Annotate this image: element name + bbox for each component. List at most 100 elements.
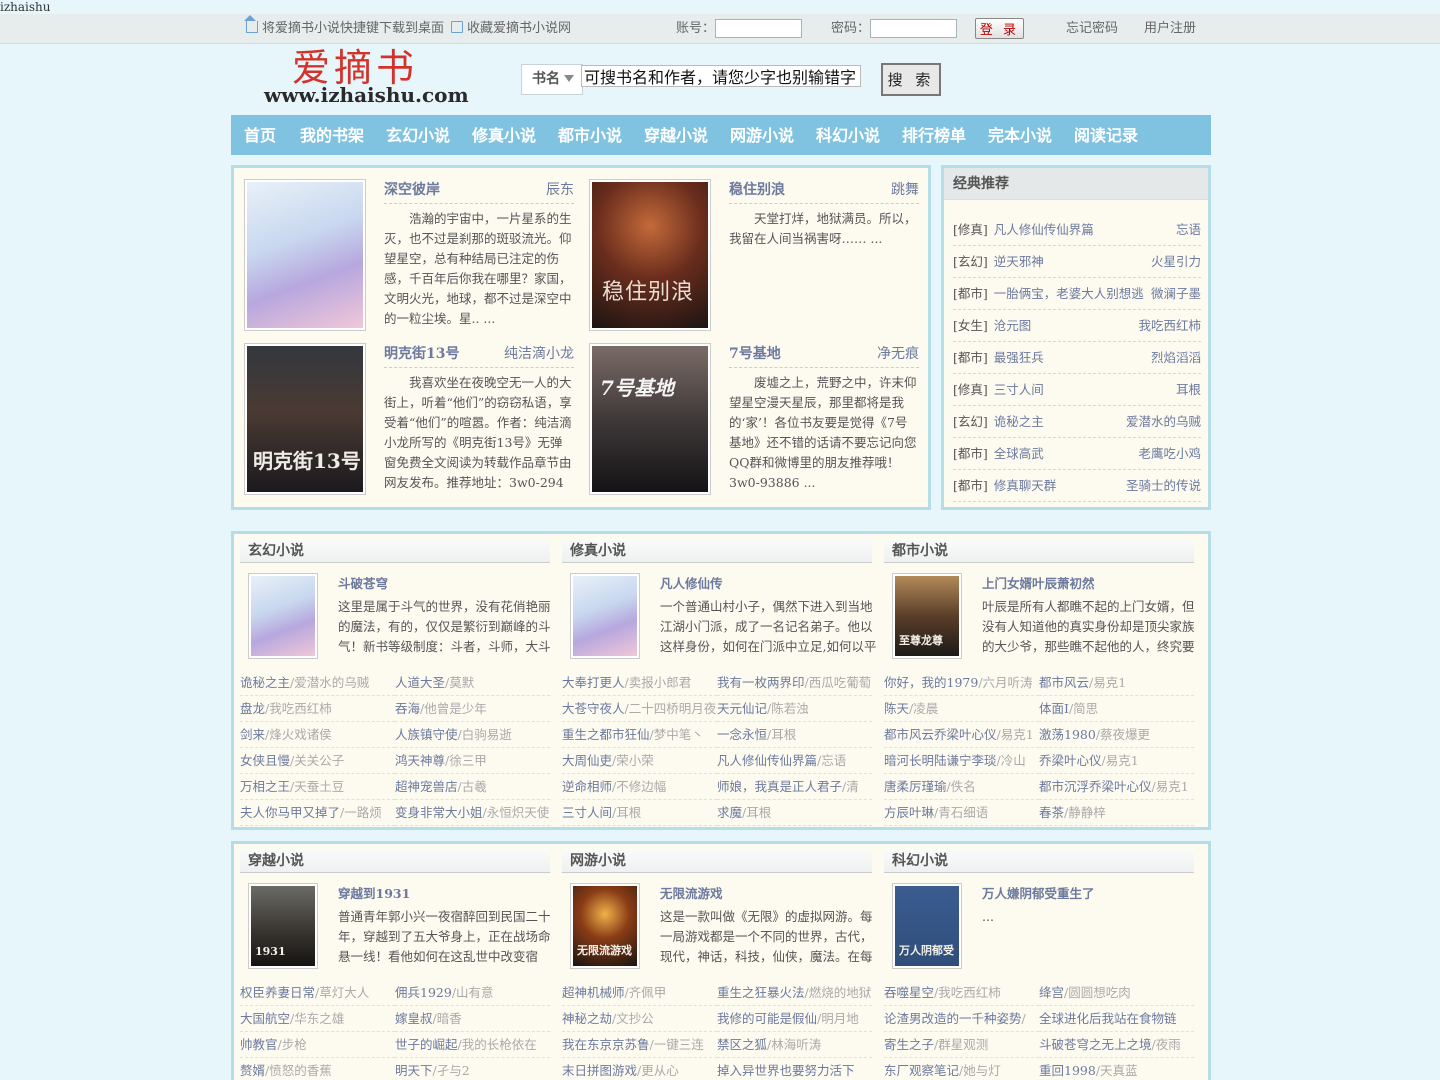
- book-title[interactable]: 万人嫌阴郁受重生了: [982, 884, 1095, 904]
- nav-xuanhuan[interactable]: 玄幻小说: [386, 115, 450, 155]
- author-link[interactable]: /愤怒的香蕉: [265, 1063, 332, 1078]
- book-cover[interactable]: 7号基地: [589, 343, 711, 495]
- book-title[interactable]: 穿越到1931: [338, 884, 410, 904]
- author-link[interactable]: /步枪: [278, 1037, 307, 1052]
- author-link[interactable]: 圣骑士的传说: [1126, 470, 1201, 502]
- author-link[interactable]: 老鹰吃小鸡: [1138, 438, 1201, 470]
- book-cover[interactable]: 1931: [248, 883, 318, 969]
- category-title[interactable]: 修真小说: [562, 539, 872, 563]
- nav-wangyou[interactable]: 网游小说: [730, 115, 794, 155]
- author-link[interactable]: /草灯大人: [315, 985, 369, 1000]
- author-link[interactable]: /徐三甲: [445, 753, 487, 768]
- book-link[interactable]: 世子的崛起: [395, 1037, 458, 1052]
- author-link[interactable]: /不修边幅: [612, 779, 666, 794]
- book-link[interactable]: 神秘之劫: [562, 1011, 612, 1026]
- favorite-link[interactable]: 收藏爱摘书小说网: [451, 14, 571, 44]
- category-title[interactable]: 穿越小说: [240, 849, 550, 873]
- category-title[interactable]: 网游小说: [562, 849, 872, 873]
- author-link[interactable]: /夜雨: [1152, 1037, 1181, 1052]
- author-link[interactable]: /一键三连: [650, 1037, 704, 1052]
- book-link[interactable]: 体面I: [1039, 701, 1069, 716]
- nav-history[interactable]: 阅读记录: [1074, 115, 1138, 155]
- book-link[interactable]: 师娘，我真是正人君子: [717, 779, 842, 794]
- nav-bookshelf[interactable]: 我的书架: [300, 115, 364, 155]
- book-link[interactable]: 明天下: [395, 1063, 433, 1078]
- forgot-password-link[interactable]: 忘记密码: [1066, 14, 1118, 44]
- book-link[interactable]: 我修的可能是假仙: [717, 1011, 817, 1026]
- author-link[interactable]: /古羲: [458, 779, 487, 794]
- book-title[interactable]: 凡人修仙传: [660, 574, 723, 594]
- author-link[interactable]: /: [1022, 1011, 1026, 1026]
- author-link[interactable]: /孑与2: [433, 1063, 470, 1078]
- book-link[interactable]: 都市沉浮乔梁叶心仪: [1039, 779, 1152, 794]
- category-title[interactable]: 科幻小说: [884, 849, 1194, 873]
- book-link[interactable]: 绛宫: [1039, 985, 1064, 1000]
- book-link[interactable]: 大周仙吏: [562, 753, 612, 768]
- book-link[interactable]: 超神机械师: [562, 985, 625, 1000]
- author-link[interactable]: /我吃西红柿: [265, 701, 332, 716]
- author-link[interactable]: /蔡夜爆更: [1096, 727, 1150, 742]
- author-link[interactable]: /明月地: [817, 1011, 859, 1026]
- book-link[interactable]: 剑来: [240, 727, 265, 742]
- author-link[interactable]: /忘语: [817, 753, 846, 768]
- book-link[interactable]: 三寸人间: [562, 805, 612, 820]
- author-link[interactable]: /莫默: [445, 675, 474, 690]
- author-link[interactable]: /耳根: [742, 805, 771, 820]
- book-link[interactable]: 乔梁叶心仪: [1039, 753, 1102, 768]
- author-link[interactable]: /耳根: [767, 727, 796, 742]
- search-input[interactable]: [581, 65, 861, 87]
- book-author[interactable]: 跳舞: [891, 179, 919, 201]
- book-link[interactable]: 修真聊天群: [994, 478, 1057, 493]
- author-link[interactable]: /二十四桥明月夜: [625, 701, 717, 716]
- author-link[interactable]: /凌晨: [909, 701, 938, 716]
- book-link[interactable]: 寄生之子: [884, 1037, 934, 1052]
- book-link[interactable]: 万相之王: [240, 779, 290, 794]
- book-link[interactable]: 全球进化后我站在食物链: [1039, 1011, 1177, 1026]
- author-link[interactable]: 微澜子墨: [1151, 278, 1201, 310]
- nav-dushi[interactable]: 都市小说: [558, 115, 622, 155]
- author-link[interactable]: /关关公子: [290, 753, 344, 768]
- book-link[interactable]: 嫁皇叔: [395, 1011, 433, 1026]
- book-link[interactable]: 论渣男改造的一千种姿势: [884, 1011, 1022, 1026]
- password-input[interactable]: [870, 19, 957, 38]
- author-link[interactable]: /易克1: [997, 727, 1034, 742]
- book-author[interactable]: 纯洁滴小龙: [504, 343, 574, 365]
- author-link[interactable]: /天真蓝: [1096, 1063, 1138, 1078]
- search-type-select[interactable]: 书名: [521, 64, 583, 95]
- book-link[interactable]: 变身非常大小姐: [395, 805, 483, 820]
- book-author[interactable]: 净无痕: [877, 343, 919, 365]
- book-link[interactable]: 一念永恒: [717, 727, 767, 742]
- book-cover[interactable]: 至尊龙尊: [892, 573, 962, 659]
- book-link[interactable]: 逆天邪神: [994, 254, 1044, 269]
- author-link[interactable]: /一路烦: [340, 805, 382, 820]
- author-link[interactable]: /静静梓: [1064, 805, 1106, 820]
- author-link[interactable]: /齐佩甲: [625, 985, 667, 1000]
- book-link[interactable]: 我在东京京苏鲁: [562, 1037, 650, 1052]
- author-link[interactable]: /清: [842, 779, 859, 794]
- author-link[interactable]: /青石细语: [934, 805, 988, 820]
- author-link[interactable]: /西瓜吃葡萄: [805, 675, 872, 690]
- book-link[interactable]: 诡秘之主: [994, 414, 1044, 429]
- book-link[interactable]: 斗破苍穹之无上之境: [1039, 1037, 1152, 1052]
- book-link[interactable]: 我有一枚两界印: [717, 675, 805, 690]
- author-link[interactable]: /圆圆想吃肉: [1064, 985, 1131, 1000]
- author-link[interactable]: /爱潜水的乌贼: [290, 675, 369, 690]
- book-link[interactable]: 鸿天神尊: [395, 753, 445, 768]
- book-link[interactable]: 都市风云: [1039, 675, 1089, 690]
- book-cover[interactable]: 稳住别浪: [589, 179, 711, 331]
- nav-chuanyue[interactable]: 穿越小说: [644, 115, 708, 155]
- book-title[interactable]: 稳住别浪: [729, 179, 785, 201]
- book-link[interactable]: 沧元图: [994, 318, 1032, 333]
- book-link[interactable]: 全球高武: [994, 446, 1044, 461]
- book-link[interactable]: 夫人你马甲又掉了: [240, 805, 340, 820]
- author-link[interactable]: /耳根: [612, 805, 641, 820]
- author-link[interactable]: /易克1: [1089, 675, 1126, 690]
- author-link[interactable]: 烈焰滔滔: [1151, 342, 1201, 374]
- book-cover[interactable]: [248, 573, 318, 659]
- book-title[interactable]: 7号基地: [729, 343, 781, 365]
- author-link[interactable]: /荣小荣: [612, 753, 654, 768]
- author-link[interactable]: /山有意: [452, 985, 494, 1000]
- book-link[interactable]: 吞噬星空: [884, 985, 934, 1000]
- book-link[interactable]: 逆命相师: [562, 779, 612, 794]
- book-link[interactable]: 末日拼图游戏: [562, 1063, 637, 1078]
